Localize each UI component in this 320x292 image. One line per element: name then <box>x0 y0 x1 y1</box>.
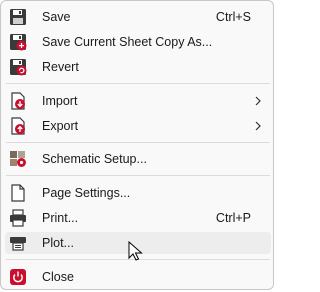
menu-item-label: Save <box>42 10 71 24</box>
menu-item-label: Revert <box>42 60 79 74</box>
menu-item-schematic-setup[interactable]: Schematic Setup... <box>5 148 271 170</box>
menu-item-close[interactable]: Close <box>5 266 271 288</box>
chevron-right-icon <box>255 121 261 131</box>
print-icon <box>10 209 26 227</box>
shortcut-label: Ctrl+P <box>215 211 251 225</box>
chevron-right-icon <box>255 96 261 106</box>
export-icon <box>11 117 25 135</box>
plot-icon <box>10 237 26 251</box>
menu-item-print[interactable]: Print... Ctrl+P <box>5 207 271 229</box>
import-icon <box>11 92 25 110</box>
shortcut-label: Ctrl+S <box>215 10 251 24</box>
close-power-icon <box>10 269 26 285</box>
menu-item-label: Import <box>42 94 78 108</box>
menu-item-label: Export <box>42 119 79 133</box>
menu-item-save[interactable]: Save Ctrl+S <box>5 6 271 28</box>
menu-item-import[interactable]: Import <box>5 90 271 112</box>
menu-item-label: Schematic Setup... <box>42 152 147 166</box>
menu-item-export[interactable]: Export <box>5 115 271 137</box>
menu-item-revert[interactable]: Revert <box>5 56 271 78</box>
menu-item-label: Page Settings... <box>42 186 131 200</box>
menu-item-save-copy-as[interactable]: Save Current Sheet Copy As... <box>5 31 271 53</box>
schematic-setup-icon <box>10 151 26 167</box>
separator <box>6 175 270 176</box>
menu-item-page-settings[interactable]: Page Settings... <box>5 182 271 204</box>
save-icon <box>10 9 26 25</box>
mouse-pointer-icon <box>128 241 143 261</box>
save-copy-icon <box>10 34 27 51</box>
menu-item-label: Save Current Sheet Copy As... <box>42 35 213 49</box>
revert-icon <box>10 59 27 76</box>
separator <box>6 83 270 84</box>
menu-item-label: Print... <box>42 211 79 225</box>
page-settings-icon <box>11 184 25 202</box>
menu-item-label: Plot... <box>42 236 74 250</box>
menu-item-label: Close <box>42 270 74 284</box>
separator <box>6 142 270 143</box>
